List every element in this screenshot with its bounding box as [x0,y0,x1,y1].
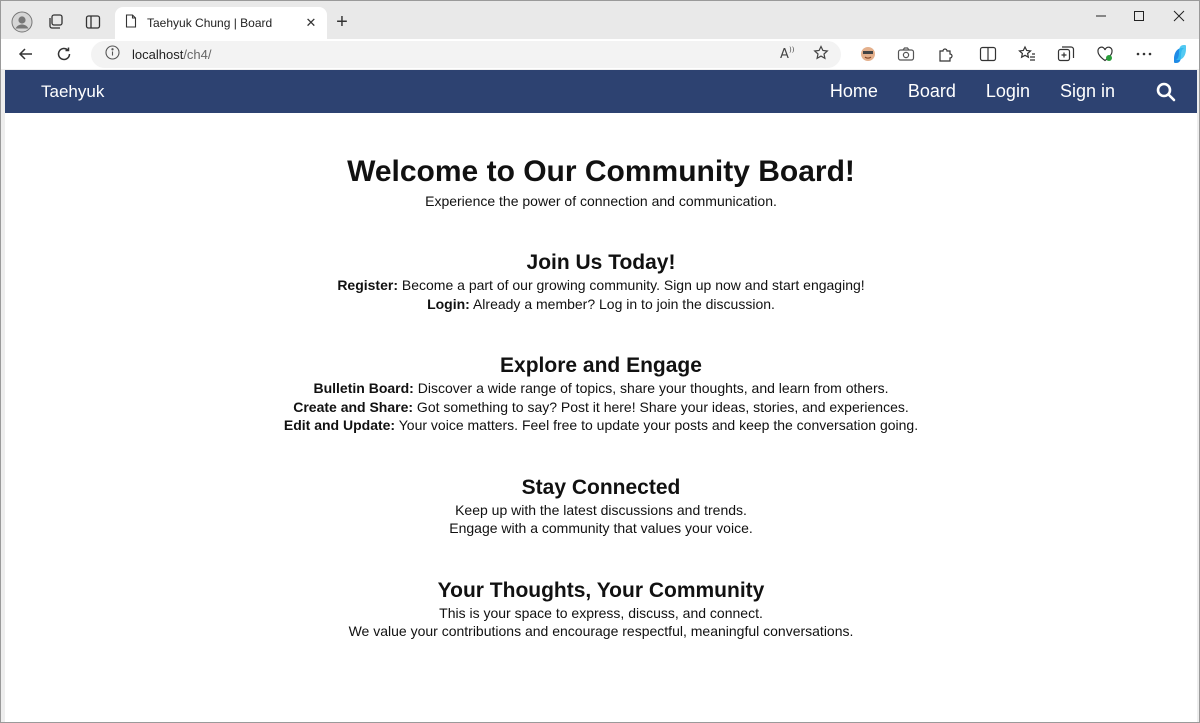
section-line: Register: Become a part of our growing c… [5,276,1197,295]
main-content: Welcome to Our Community Board! Experien… [5,155,1197,641]
browser-window: Taehyuk Chung | Board ✕ + localhost/ch4/ [0,0,1200,723]
page-icon [125,13,137,33]
vertical-tabs-icon[interactable] [78,7,108,37]
nav-sign-in[interactable]: Sign in [1060,81,1115,102]
line-text: Your voice matters. Feel free to update … [395,417,919,433]
url-text: localhost/ch4/ [132,47,212,62]
section-connected: Stay Connected Keep up with the latest d… [5,475,1197,538]
site-brand[interactable]: Taehyuk [41,82,104,102]
url-host: localhost [132,47,184,62]
svg-text:A: A [780,47,789,61]
hero-subtitle: Experience the power of connection and c… [425,193,777,209]
copilot-icon[interactable] [1169,43,1191,65]
extensions-icon[interactable] [935,43,957,65]
more-options-icon[interactable] [1133,43,1155,65]
line-label: Create and Share: [293,398,414,415]
section-line: Login: Already a member? Log in to join … [5,295,1197,314]
refresh-icon[interactable] [51,41,77,67]
camera-icon[interactable] [895,43,917,65]
star-icon[interactable] [811,43,831,63]
section-line: Edit and Update: Your voice matters. Fee… [5,416,1197,435]
browser-essentials-icon[interactable] [1094,43,1116,65]
line-label: Register: [337,277,398,293]
section-line: Bulletin Board: Discover a wide range of… [5,379,1197,398]
tab-strip: Taehyuk Chung | Board ✕ + [1,1,1199,39]
section-title: Join Us Today! [526,251,676,274]
url-path: /ch4/ [183,47,212,62]
tab-title: Taehyuk Chung | Board [147,16,273,30]
extension-avatar-icon[interactable] [857,43,879,65]
section-title: Your Thoughts, Your Community [437,578,765,602]
line-text: Become a part of our growing community. … [398,277,865,293]
section-community: Your Thoughts, Your Community This is yo… [5,578,1197,641]
section-join: Join Us Today! Register: Become a part o… [5,250,1197,313]
info-icon[interactable] [105,44,120,65]
collections-icon[interactable] [1055,43,1077,65]
line-text: Got something to say? Post it here! Shar… [413,398,909,415]
browser-toolbar: localhost/ch4/ A)) [1,39,1199,69]
section-line: We value your contributions and encourag… [348,623,854,639]
nav-login[interactable]: Login [986,81,1030,102]
section-line: Engage with a community that values your… [449,520,753,536]
section-title: Explore and Engage [500,354,702,377]
line-label: Login: [427,295,470,312]
maximize-icon[interactable] [1119,5,1159,27]
site-navbar: Taehyuk Home Board Login Sign in [5,70,1197,113]
line-text: Already a member? Log in to join the dis… [469,295,775,312]
line-label: Bulletin Board: [313,380,414,396]
profile-icon[interactable] [7,7,37,37]
section-explore: Explore and Engage Bulletin Board: Disco… [5,353,1197,435]
back-arrow-icon[interactable] [13,41,39,67]
active-tab[interactable]: Taehyuk Chung | Board ✕ [115,7,327,39]
favorites-icon[interactable] [1016,43,1038,65]
hero-title: Welcome to Our Community Board! [347,155,855,188]
close-icon[interactable]: ✕ [303,15,319,31]
plus-icon[interactable]: + [331,11,353,33]
section-title: Stay Connected [521,475,681,499]
search-icon[interactable] [1155,81,1177,103]
section-line: This is your space to express, discuss, … [439,604,763,621]
nav-home[interactable]: Home [830,81,878,102]
nav-links: Home Board Login Sign in [800,81,1177,103]
address-bar[interactable]: localhost/ch4/ [91,41,841,68]
line-text: Discover a wide range of topics, share y… [413,380,889,396]
workspaces-icon[interactable] [41,7,71,37]
svg-text:)): )) [789,46,795,54]
section-line: Create and Share: Got something to say? … [5,398,1197,417]
split-screen-icon[interactable] [977,43,999,65]
window-close-icon[interactable] [1159,5,1199,27]
section-line: Keep up with the latest discussions and … [455,501,747,518]
line-label: Edit and Update: [283,417,396,433]
read-aloud-icon[interactable]: A)) [777,43,797,63]
page-viewport: Taehyuk Home Board Login Sign in Welcome… [5,70,1197,722]
minimize-icon[interactable] [1081,5,1121,27]
nav-board[interactable]: Board [908,81,956,102]
